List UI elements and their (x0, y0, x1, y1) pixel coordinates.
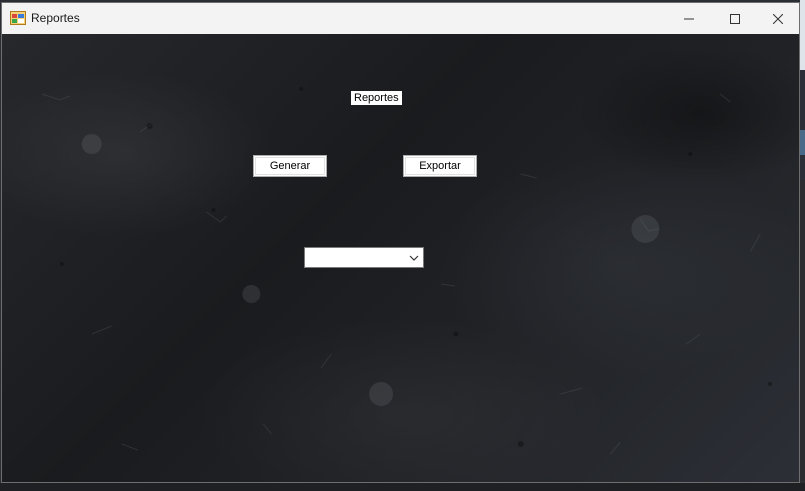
reportes-window: Reportes Reportes Generar Exportar (1, 2, 800, 483)
title-bar[interactable]: Reportes (2, 3, 799, 34)
close-button[interactable] (755, 3, 799, 34)
report-type-dropdown[interactable] (304, 247, 424, 268)
taskbar-edge (0, 483, 805, 491)
close-icon (773, 13, 783, 24)
window-title: Reportes (31, 11, 80, 25)
generar-button[interactable]: Generar (253, 155, 327, 177)
form-client-area: Reportes Generar Exportar (2, 34, 799, 482)
minimize-icon (684, 18, 694, 19)
maximize-button[interactable] (712, 3, 758, 34)
desktop-background (800, 0, 805, 491)
app-icon (10, 11, 26, 25)
exportar-button[interactable]: Exportar (403, 155, 477, 177)
exportar-button-label: Exportar (419, 160, 461, 172)
maximize-icon (730, 13, 740, 24)
generar-button-label: Generar (269, 160, 311, 172)
chevron-down-icon (409, 255, 419, 261)
minimize-button[interactable] (666, 3, 712, 34)
reportes-label: Reportes (351, 91, 402, 105)
